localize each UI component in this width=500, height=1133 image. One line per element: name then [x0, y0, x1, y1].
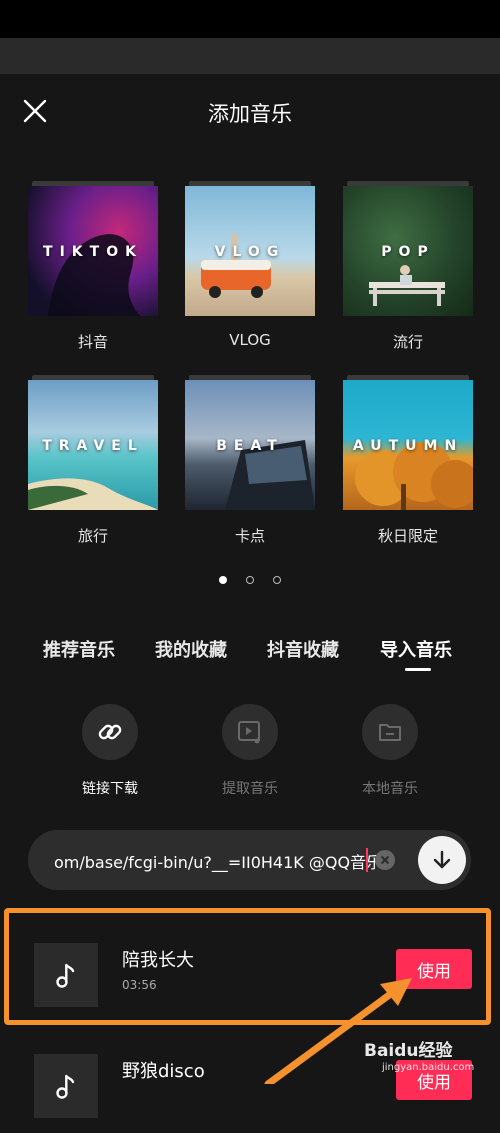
music-note-icon: [56, 1074, 75, 1099]
song-title: 野狼disco: [122, 1061, 205, 1082]
song-row[interactable]: 野狼disco 使用: [0, 1039, 500, 1133]
song-duration: 03:56: [122, 978, 157, 992]
category-thumbnail: POP: [343, 186, 473, 316]
local-music-label: 本地音乐: [362, 781, 418, 797]
category-thumb-text: AUTUMN: [352, 438, 464, 454]
text-cursor: [366, 848, 368, 872]
page-dot: [246, 576, 254, 584]
use-button[interactable]: 使用: [396, 949, 472, 989]
category-caption: 流行: [392, 333, 423, 351]
page-dot-active: [218, 576, 227, 584]
category-thumb-text: TIKTOK: [43, 244, 143, 260]
song-row[interactable]: 陪我长大 03:56 使用: [0, 928, 500, 1022]
link-icon: [98, 724, 122, 740]
song-title: 陪我长大: [122, 950, 194, 971]
song-cover: [34, 1054, 98, 1118]
category-thumbnail: TRAVEL: [28, 380, 158, 510]
page-indicator: [0, 569, 500, 588]
clear-input-button[interactable]: [375, 850, 395, 870]
link-download-label: 链接下载: [82, 781, 138, 797]
local-music-button[interactable]: 本地音乐: [350, 704, 430, 798]
clear-icon: [380, 855, 390, 865]
video-music-icon: [238, 721, 261, 744]
active-tab-indicator: [405, 668, 431, 671]
extract-music-button[interactable]: 提取音乐: [210, 704, 290, 798]
category-caption: 抖音: [77, 333, 108, 351]
top-strip: [0, 38, 500, 74]
status-bar: [0, 0, 500, 38]
tab-douyin-favorites[interactable]: 抖音收藏: [267, 636, 339, 662]
song-cover: [34, 943, 98, 1007]
category-thumb-text: TRAVEL: [42, 438, 144, 454]
category-thumbnail: TIKTOK: [28, 186, 158, 316]
use-button[interactable]: 使用: [396, 1060, 472, 1100]
link-input[interactable]: om/base/fcgi-bin/u?__=II0H41K @QQ音乐: [54, 849, 382, 873]
category-caption: 秋日限定: [377, 527, 438, 545]
category-thumb-text: VLOG: [214, 244, 286, 260]
music-note-icon: [56, 963, 75, 988]
header: 添加音乐: [0, 74, 500, 148]
category-caption: 旅行: [77, 527, 108, 545]
page-title: 添加音乐: [208, 102, 292, 126]
download-button[interactable]: [418, 836, 466, 884]
category-thumbnail: BEAT: [185, 380, 315, 510]
music-tabs: 推荐音乐 我的收藏 抖音收藏 导入音乐: [0, 636, 500, 676]
tab-import-music[interactable]: 导入音乐: [380, 636, 452, 662]
tab-recommended[interactable]: 推荐音乐: [43, 636, 115, 662]
category-caption: 卡点: [234, 527, 265, 545]
category-thumb-text: BEAT: [216, 438, 284, 454]
category-caption: VLOG: [229, 331, 271, 349]
link-input-bar: om/base/fcgi-bin/u?__=II0H41K @QQ音乐: [28, 830, 471, 890]
link-download-button[interactable]: 链接下载: [70, 704, 150, 798]
arrow-down-icon: [433, 850, 451, 869]
category-thumb-text: POP: [381, 244, 435, 260]
extract-music-label: 提取音乐: [222, 781, 278, 797]
page-dot: [273, 576, 282, 584]
folder-icon: [379, 724, 401, 741]
category-thumbnail: AUTUMN: [343, 380, 473, 510]
category-thumbnail: VLOG: [185, 186, 315, 316]
tab-favorites[interactable]: 我的收藏: [155, 636, 227, 662]
